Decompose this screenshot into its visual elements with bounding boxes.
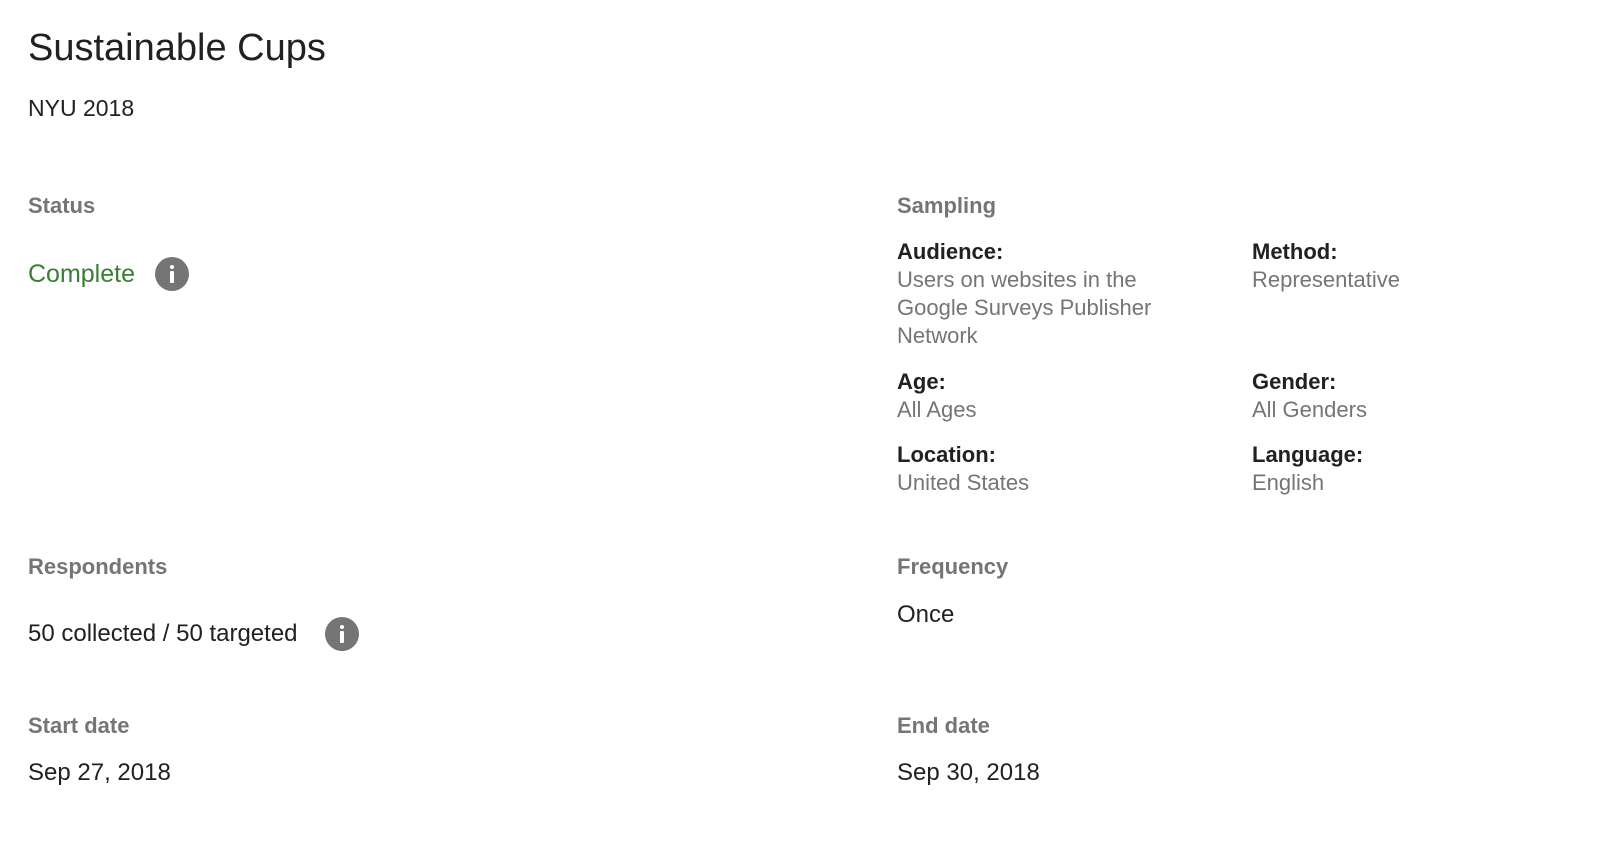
- page-subtitle: NYU 2018: [28, 95, 135, 121]
- audience-value: Users on websites in the Google Surveys …: [897, 267, 1152, 348]
- gender-label: Gender:: [1252, 369, 1337, 394]
- age-label: Age:: [897, 369, 946, 394]
- language-value: English: [1252, 470, 1325, 495]
- age-value: All Ages: [897, 397, 977, 422]
- end-date-label: End date: [897, 713, 990, 738]
- audience-field: Audience: Users on websites in the Googl…: [897, 238, 1187, 350]
- respondents-info-icon[interactable]: [324, 617, 359, 651]
- language-label: Language:: [1252, 442, 1364, 467]
- method-label: Method:: [1252, 239, 1338, 264]
- respondents-row: 50 collected / 50 targeted: [28, 617, 359, 651]
- status-info-icon[interactable]: [155, 257, 189, 291]
- audience-label: Audience:: [897, 239, 1004, 264]
- respondents-label: Respondents: [28, 554, 168, 579]
- respondents-value: 50 collected / 50 targeted: [28, 620, 298, 647]
- gender-value: All Genders: [1252, 397, 1367, 422]
- page-title: Sustainable Cups: [28, 27, 326, 69]
- sampling-label: Sampling: [897, 193, 997, 218]
- frequency-label: Frequency: [897, 554, 1009, 579]
- method-value: Representative: [1252, 267, 1400, 292]
- status-value: Complete: [28, 260, 135, 288]
- status-label: Status: [28, 193, 96, 218]
- location-value: United States: [897, 470, 1030, 495]
- language-field: Language: English: [1252, 441, 1542, 497]
- location-field: Location: United States: [897, 441, 1187, 497]
- start-date-value: Sep 27, 2018: [28, 759, 171, 786]
- method-field: Method: Representative: [1252, 238, 1542, 294]
- end-date-value: Sep 30, 2018: [897, 759, 1040, 786]
- age-field: Age: All Ages: [897, 368, 1187, 424]
- frequency-value: Once: [897, 601, 955, 628]
- location-label: Location:: [897, 442, 996, 467]
- start-date-label: Start date: [28, 713, 130, 738]
- gender-field: Gender: All Genders: [1252, 368, 1542, 424]
- status-row: Complete: [28, 257, 189, 291]
